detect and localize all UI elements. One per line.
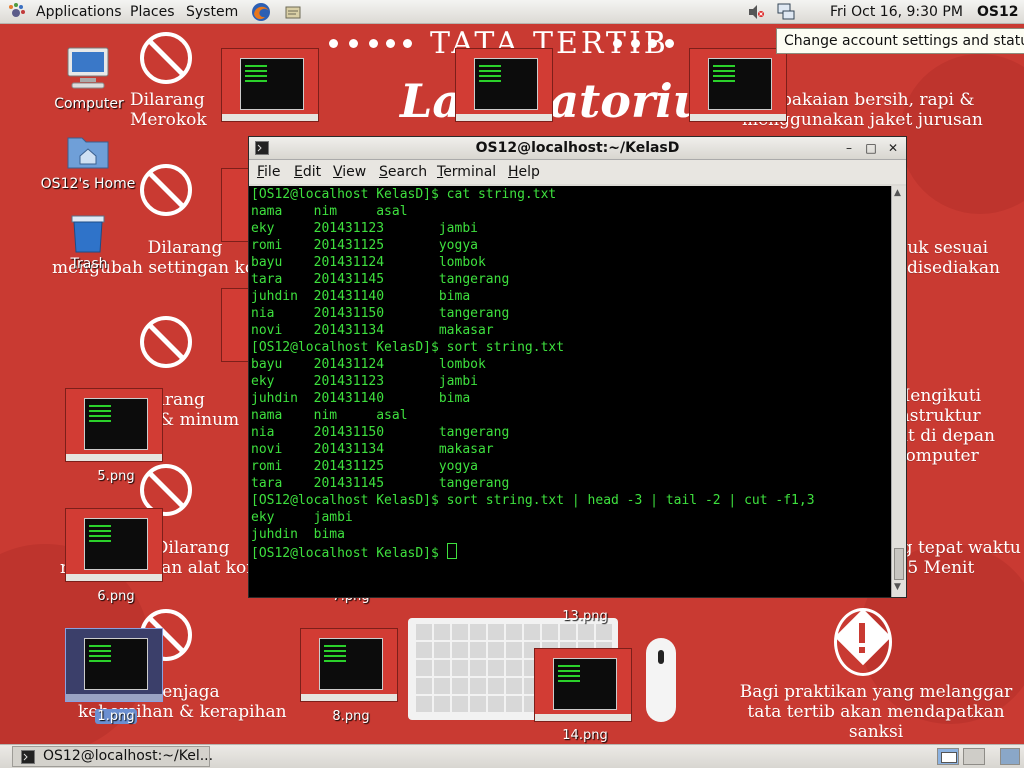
thumbnail-label: 5.png: [97, 469, 135, 484]
thumbnail-label: 6.png: [97, 589, 135, 604]
taskbar-label: OS12@localhost:~/Kel...: [43, 748, 214, 764]
top-panel: Applications Places System Fri Oct 16, 9…: [0, 0, 1024, 24]
thumbnail-file[interactable]: [221, 48, 319, 122]
bottom-panel: OS12@localhost:~/Kel...: [0, 744, 1024, 768]
warning-text: Bagi praktikan yang melanggar tata terti…: [739, 682, 1013, 742]
terminal-scrollbar[interactable]: ▲ ▼: [891, 186, 906, 597]
thumbnail-file-5[interactable]: [65, 388, 163, 462]
terminal-history: [OS12@localhost KelasD]$ cat string.txt …: [251, 187, 815, 542]
gear-decoration: [900, 54, 1024, 214]
thumbnail-label: 8.png: [332, 709, 370, 724]
workspace-2[interactable]: [963, 748, 985, 765]
rule-no-smoking: Dilarang Merokok: [130, 90, 207, 130]
mouse-graphic: [646, 638, 676, 722]
warning-icon: [834, 608, 892, 676]
thumbnail-label: 13.png: [562, 609, 608, 624]
header-dot: [349, 39, 358, 48]
terminal-cursor: [446, 543, 457, 559]
clock[interactable]: Fri Oct 16, 9:30 PM: [830, 0, 963, 24]
menu-places[interactable]: Places: [130, 0, 175, 24]
window-title: OS12@localhost:~/KelasD: [475, 140, 680, 156]
desktop-icon-label: Trash: [70, 256, 108, 272]
volume-muted-icon[interactable]: [746, 2, 766, 22]
desktop-icon-label: Computer: [54, 96, 124, 112]
thumbnail-file[interactable]: [689, 48, 787, 122]
header-dot: [613, 39, 622, 48]
close-button[interactable]: ✕: [885, 140, 901, 156]
maximize-button[interactable]: □: [863, 140, 879, 156]
thumbnail-file[interactable]: [221, 168, 251, 242]
firefox-icon[interactable]: [251, 2, 271, 22]
header-dot: [648, 39, 657, 48]
thumbnail-file[interactable]: [221, 288, 251, 362]
minimize-button[interactable]: –: [841, 140, 857, 156]
terminal-window: OS12@localhost:~/KelasD – □ ✕ File Edit …: [248, 136, 907, 598]
trash-applet-icon[interactable]: [1000, 748, 1020, 765]
no-food-icon: [140, 316, 192, 368]
header-dot: [403, 39, 412, 48]
terminal-menubar: File Edit View Search Terminal Help: [249, 160, 906, 184]
scroll-down-icon[interactable]: ▼: [894, 582, 901, 592]
header-dot: [329, 39, 338, 48]
desktop-icon-label: OS12's Home: [40, 176, 136, 192]
network-icon[interactable]: [776, 2, 796, 22]
no-smoking-icon: [140, 32, 192, 84]
notes-icon[interactable]: [283, 2, 303, 22]
thumbnail-file-8[interactable]: [300, 628, 398, 702]
header-dot: [631, 39, 640, 48]
trash-icon: [71, 215, 105, 253]
menu-help[interactable]: Help: [508, 160, 540, 184]
terminal-output[interactable]: [OS12@localhost KelasD]$ cat string.txt …: [249, 186, 891, 597]
computer-icon: [67, 47, 109, 89]
workspace-1[interactable]: [937, 748, 959, 765]
menu-file[interactable]: File: [257, 160, 280, 184]
thumbnail-label-selected: 1.png: [95, 709, 137, 724]
menu-search[interactable]: Search: [379, 160, 427, 184]
header-dot: [386, 39, 395, 48]
scroll-up-icon[interactable]: ▲: [894, 188, 901, 198]
menu-edit[interactable]: Edit: [294, 160, 321, 184]
scrollbar-thumb[interactable]: [894, 548, 904, 580]
menu-system[interactable]: System: [186, 0, 238, 24]
no-tools-icon: [140, 164, 192, 216]
menu-view[interactable]: View: [333, 160, 366, 184]
thumbnail-label: 14.png: [562, 728, 608, 743]
user-menu[interactable]: OS12: [977, 0, 1018, 24]
thumbnail-file-1-selected[interactable]: [65, 628, 163, 702]
menu-applications[interactable]: Applications: [36, 0, 122, 24]
gnome-foot-icon[interactable]: [6, 2, 26, 22]
home-folder-icon: [67, 137, 109, 169]
window-titlebar[interactable]: OS12@localhost:~/KelasD – □ ✕: [249, 137, 906, 160]
taskbar-terminal-button[interactable]: OS12@localhost:~/Kel...: [12, 746, 214, 767]
account-tooltip: Change account settings and status: [776, 28, 1024, 54]
thumbnail-file[interactable]: [455, 48, 553, 122]
terminal-icon: [21, 750, 35, 764]
header-dot: [369, 39, 378, 48]
menu-terminal[interactable]: Terminal: [437, 160, 496, 184]
header-dot: [665, 39, 674, 48]
thumbnail-file-6[interactable]: [65, 508, 163, 582]
thumbnail-file-14[interactable]: [534, 648, 632, 722]
terminal-prompt: [OS12@localhost KelasD]$: [251, 546, 447, 561]
